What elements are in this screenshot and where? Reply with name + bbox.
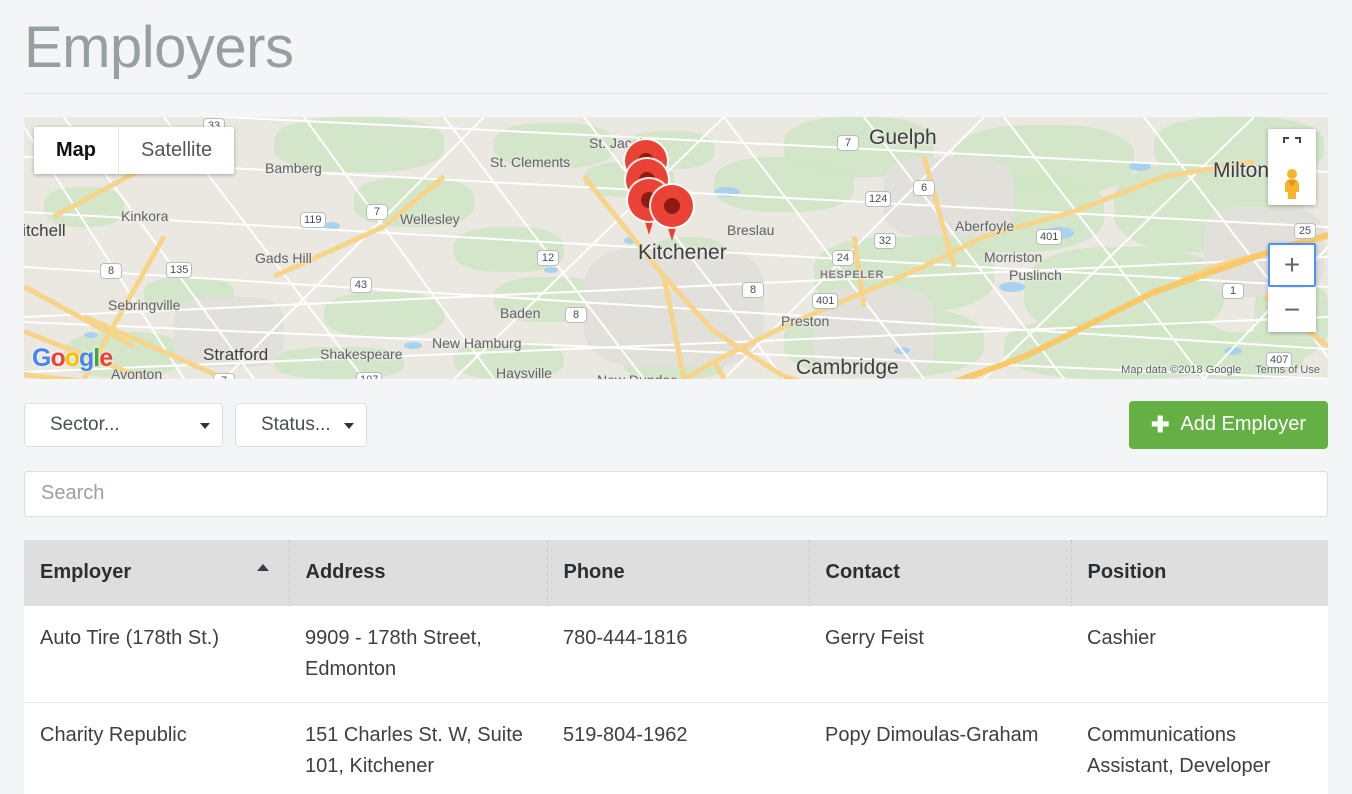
page-title: Employers: [24, 15, 294, 80]
search-row: [24, 470, 1328, 517]
cell-employer: Charity Republic: [24, 702, 289, 794]
map-route-shield: 7: [213, 372, 235, 379]
fullscreen-icon[interactable]: [1268, 129, 1316, 163]
map-terms-of-use-link[interactable]: Terms of Use: [1255, 364, 1320, 376]
cell-phone: 780-444-1816: [547, 605, 809, 703]
map-green-area-10: [714, 156, 854, 212]
cell-contact: Popy Dimoulas-Graham: [809, 702, 1071, 794]
map-top-right-controls[interactable]: [1268, 128, 1316, 205]
employers-map[interactable]: MitchellKinkoraGads HillSebringvilleStra…: [24, 116, 1328, 379]
chevron-down-icon: [344, 422, 354, 429]
map-route-shield: 6: [913, 179, 935, 196]
map-route-shield: 32: [874, 232, 896, 249]
table-row[interactable]: Charity Republic 151 Charles St. W, Suit…: [24, 702, 1328, 794]
map-route-shield: 43: [350, 276, 372, 293]
cell-position: Cashier: [1071, 605, 1328, 703]
title-divider: [24, 92, 1328, 94]
filters-row: Sector... Status... ✚ Add Employer: [24, 400, 1328, 449]
map-route-shield: 124: [865, 190, 892, 207]
status-filter-dropdown[interactable]: Status...: [235, 402, 367, 447]
column-header-phone-label: Phone: [563, 561, 625, 584]
column-header-phone[interactable]: Phone: [547, 539, 810, 606]
map-route-shield: 107: [356, 371, 383, 379]
status-filter-label: Status...: [261, 413, 331, 435]
sector-filter-dropdown[interactable]: Sector...: [24, 402, 223, 447]
sector-filter-label: Sector...: [50, 413, 120, 435]
cell-position: Communications Assistant, Developer: [1071, 702, 1328, 794]
google-logo-o2: o: [64, 343, 80, 372]
map-water-5: [84, 331, 98, 338]
chevron-down-icon: [200, 422, 210, 429]
sort-ascending-icon: [256, 563, 269, 571]
column-header-employer-label: Employer: [40, 561, 132, 584]
google-logo-g: G: [32, 343, 51, 372]
column-header-position-label: Position: [1087, 561, 1167, 584]
column-header-contact-label: Contact: [825, 561, 900, 584]
map-attribution: Map data ©2018 Google Terms of Use: [1121, 364, 1320, 376]
cell-address: 151 Charles St. W, Suite 101, Kitchener: [289, 702, 547, 794]
search-input[interactable]: [24, 470, 1328, 517]
map-route-shield: 7: [837, 134, 859, 151]
add-employer-label: Add Employer: [1180, 413, 1306, 436]
employers-page: Employers MitchellKinkoraGads HillSebrin…: [0, 0, 1352, 794]
map-route-shield: 1: [1222, 282, 1244, 299]
cell-contact: Gerry Feist: [809, 605, 1071, 703]
map-type-map-button[interactable]: Map: [34, 126, 118, 174]
google-logo-e: e: [99, 343, 113, 372]
map-route-shield: 401: [812, 292, 839, 309]
map-water-4: [404, 341, 422, 349]
plus-icon: ✚: [1150, 411, 1170, 437]
zoom-in-button[interactable]: +: [1268, 242, 1316, 287]
map-route-shield: 8: [565, 306, 587, 323]
employers-table-head: Employer Address Phone Contact Position: [24, 539, 1328, 606]
column-header-employer[interactable]: Employer: [24, 539, 290, 606]
map-route-shield: 12: [537, 249, 559, 266]
column-header-contact[interactable]: Contact: [809, 539, 1072, 606]
map-water-9: [544, 266, 558, 273]
column-header-address[interactable]: Address: [289, 539, 548, 606]
employers-table-wrap: Employer Address Phone Contact Position: [24, 539, 1328, 794]
google-logo-g2: g: [79, 343, 94, 372]
map-water-8: [999, 281, 1025, 292]
add-employer-button[interactable]: ✚ Add Employer: [1128, 400, 1328, 449]
column-header-address-label: Address: [305, 561, 386, 584]
map-type-control[interactable]: Map Satellite: [34, 126, 235, 174]
map-route-shield: 8: [100, 262, 122, 279]
map-route-shield: 7: [366, 203, 388, 220]
map-green-area-24: [274, 346, 404, 379]
map-route-shield: 401: [1036, 228, 1063, 245]
cell-employer: Auto Tire (178th St.): [24, 605, 289, 703]
map-zoom-controls[interactable]: + −: [1268, 242, 1316, 332]
map-type-satellite-button[interactable]: Satellite: [119, 126, 235, 174]
employers-table: Employer Address Phone Contact Position: [24, 539, 1328, 794]
map-route-shield: 135: [166, 261, 193, 278]
map-marker-dot: [664, 197, 680, 214]
google-logo: Google: [32, 343, 113, 373]
map-data-credit: Map data ©2018 Google: [1121, 363, 1242, 376]
column-header-position[interactable]: Position: [1071, 539, 1328, 606]
map-route-shield: 24: [832, 249, 854, 266]
map-marker-pin[interactable]: [651, 184, 693, 243]
zoom-out-button[interactable]: −: [1268, 287, 1316, 332]
page-header: Employers: [0, 0, 1352, 94]
cell-phone: 519-804-1962: [547, 702, 809, 794]
employers-table-body: Auto Tire (178th St.) 9909 - 178th Stree…: [24, 605, 1328, 794]
table-header-row: Employer Address Phone Contact Position: [24, 539, 1328, 606]
map-route-shield: 8: [742, 281, 764, 298]
street-view-pegman-icon[interactable]: [1268, 163, 1316, 205]
table-row[interactable]: Auto Tire (178th St.) 9909 - 178th Stree…: [24, 605, 1328, 703]
map-route-shield: 25: [1294, 222, 1316, 239]
cell-address: 9909 - 178th Street, Edmonton: [289, 605, 547, 703]
map-route-shield: 119: [300, 211, 326, 228]
google-logo-o1: o: [50, 343, 65, 372]
